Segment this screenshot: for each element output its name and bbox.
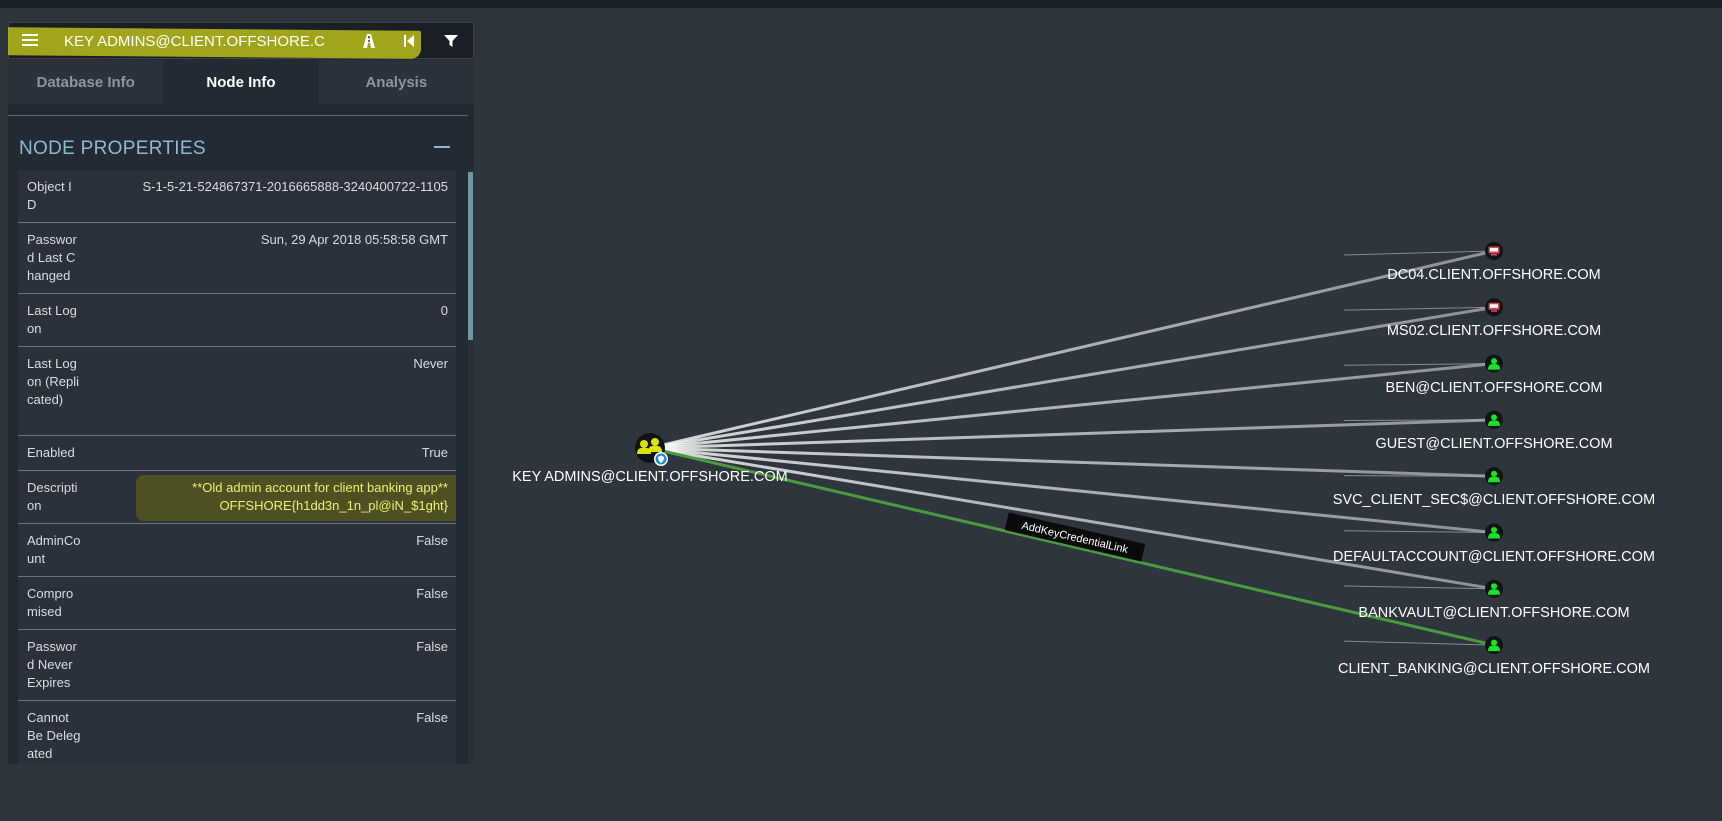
properties-table: Object ID S-1-5-21-524867371-2016665888-… bbox=[18, 170, 456, 764]
property-value: Sun, 29 Apr 2018 05:58:58 GMT bbox=[260, 232, 448, 247]
node-label: DC04.CLIENT.OFFSHORE.COM bbox=[1387, 267, 1601, 283]
graph-node-computer[interactable] bbox=[1485, 298, 1503, 317]
hamburger-menu-icon[interactable] bbox=[22, 32, 38, 48]
property-row: Compromised False bbox=[18, 577, 456, 630]
property-value: 0 bbox=[440, 303, 448, 318]
graph-node-user[interactable] bbox=[1485, 636, 1503, 655]
property-key: Last Logon (Replicated) bbox=[27, 356, 80, 407]
description-line-1: **Old admin account for client banking a… bbox=[192, 480, 448, 495]
property-value: False bbox=[416, 639, 448, 654]
graph-node-computer[interactable] bbox=[1485, 242, 1503, 260]
property-key: Enabled bbox=[27, 445, 75, 460]
tab-database-info[interactable]: Database Info bbox=[8, 60, 164, 104]
back-icon[interactable] bbox=[399, 31, 419, 51]
property-row: Password Never Expires False bbox=[18, 630, 456, 701]
node-label-source: KEY ADMINS@CLIENT.OFFSHORE.COM bbox=[512, 469, 788, 485]
property-key: Description bbox=[27, 480, 78, 513]
collapse-icon[interactable] bbox=[434, 146, 450, 148]
property-key: Password Last Changed bbox=[27, 232, 77, 283]
scrollbar-thumb[interactable] bbox=[468, 172, 473, 340]
side-panel: KEY ADMINS@CLIENT.OFFSHORE.C Database In… bbox=[8, 22, 474, 764]
property-value: **Old admin account for client banking a… bbox=[81, 479, 448, 515]
property-row: Enabled True bbox=[18, 436, 456, 471]
property-key: Cannot Be Delegated bbox=[27, 710, 81, 761]
edge-line-tail bbox=[1343, 419, 1495, 421]
highvalue-badge-icon bbox=[654, 452, 668, 466]
graph-node-user[interactable] bbox=[1485, 579, 1503, 598]
property-value: S-1-5-21-524867371-2016665888-3240400722… bbox=[142, 179, 448, 194]
search-bar: KEY ADMINS@CLIENT.OFFSHORE.C bbox=[8, 22, 474, 59]
property-row: Last Logon 0 bbox=[18, 294, 456, 347]
pathfinding-icon[interactable] bbox=[359, 31, 379, 51]
property-value: True bbox=[421, 445, 448, 460]
property-value: False bbox=[416, 710, 448, 725]
property-key: Compromised bbox=[27, 586, 74, 619]
section-title: NODE PROPERTIES bbox=[19, 138, 206, 159]
property-key: Object ID bbox=[27, 179, 72, 212]
tab-bar: Database Info Node Info Analysis bbox=[8, 60, 474, 104]
property-row: Cannot Be Delegated False bbox=[18, 701, 456, 764]
section-divider bbox=[8, 115, 468, 116]
node-label: DEFAULTACCOUNT@CLIENT.OFFSHORE.COM bbox=[1333, 548, 1655, 565]
node-label: GUEST@CLIENT.OFFSHORE.COM bbox=[1375, 435, 1613, 452]
property-value: False bbox=[416, 586, 448, 601]
tab-node-info[interactable]: Node Info bbox=[163, 60, 319, 104]
node-label: BANKVAULT@CLIENT.OFFSHORE.COM bbox=[1358, 604, 1630, 621]
graph-node-user[interactable] bbox=[1485, 354, 1503, 373]
property-key: AdminCount bbox=[27, 533, 81, 566]
node-label: MS02.CLIENT.OFFSHORE.COM bbox=[1386, 323, 1602, 340]
tab-analysis[interactable]: Analysis bbox=[318, 60, 474, 104]
property-row: Object ID S-1-5-21-524867371-2016665888-… bbox=[18, 170, 456, 223]
description-line-2: OFFSHORE{h1dd3n_1n_pl@iN_$1ght} bbox=[219, 498, 448, 513]
graph-node-user[interactable] bbox=[1485, 523, 1503, 542]
property-value: False bbox=[416, 533, 448, 548]
graph-node-user[interactable] bbox=[1485, 467, 1503, 486]
graph-node-user[interactable] bbox=[1485, 410, 1503, 429]
node-label: SVC_CLIENT_SEC$@CLIENT.OFFSHORE.COM bbox=[1332, 492, 1656, 509]
node-label: CLIENT_BANKING@CLIENT.OFFSHORE.COM bbox=[1337, 661, 1651, 678]
filter-icon[interactable] bbox=[441, 31, 461, 51]
edge-line-tail bbox=[1343, 640, 1495, 646]
property-row: AdminCount False bbox=[18, 524, 456, 577]
property-key: Last Logon bbox=[27, 303, 77, 336]
property-row: Password Last Changed Sun, 29 Apr 2018 0… bbox=[18, 223, 456, 294]
property-key: Password Never Expires bbox=[27, 639, 77, 690]
search-input[interactable]: KEY ADMINS@CLIENT.OFFSHORE.C bbox=[64, 29, 344, 55]
property-row-description: Description **Old admin account for clie… bbox=[18, 471, 456, 524]
edge-line[interactable] bbox=[649, 249, 1495, 450]
graph-node-group[interactable] bbox=[635, 433, 668, 466]
property-row: Last Logon (Replicated) Never bbox=[18, 347, 456, 436]
edge-line-tail bbox=[1343, 250, 1495, 256]
property-value: Never bbox=[413, 356, 448, 371]
edge-line-tail bbox=[1343, 475, 1495, 477]
node-label: BEN@CLIENT.OFFSHORE.COM bbox=[1385, 379, 1603, 396]
